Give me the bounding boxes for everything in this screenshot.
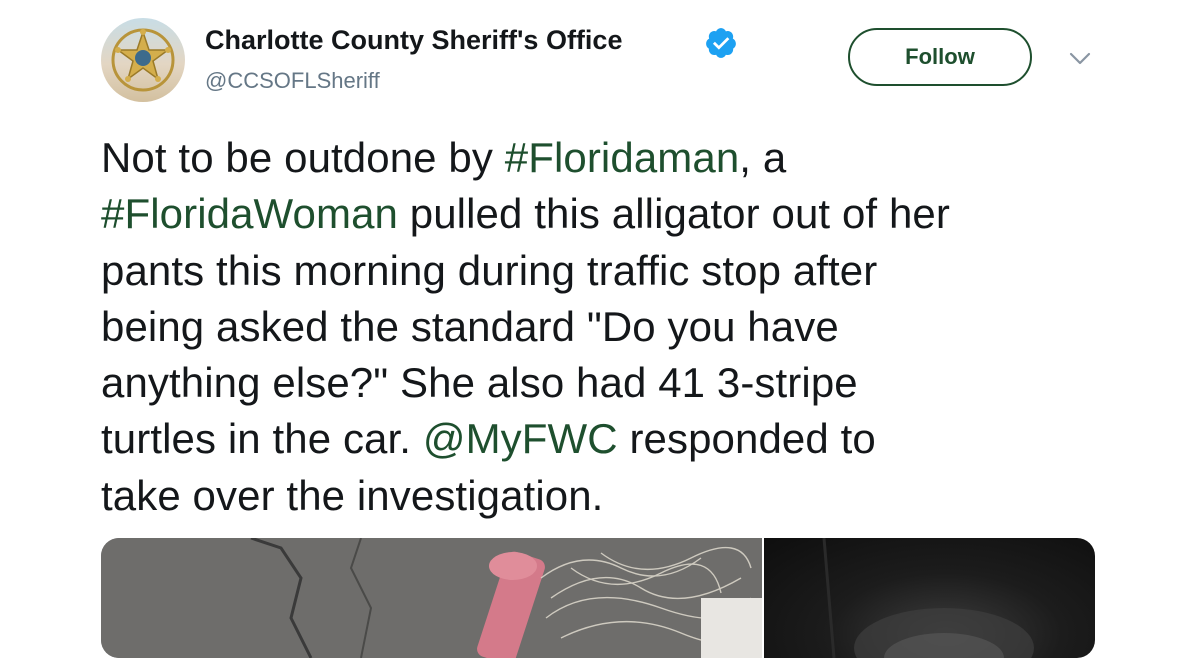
media-photo-right[interactable] <box>764 538 1095 658</box>
tweet-line: #FloridaWoman pulled this alligator out … <box>101 186 1131 242</box>
tweet-line: Not to be outdone by #Floridaman, a <box>101 130 1131 186</box>
tweet-line: take over the investigation. <box>101 468 1131 524</box>
tweet-text-segment: take over the investigation. <box>101 471 604 519</box>
tweet-text-segment: being asked the standard "Do you have <box>101 302 839 350</box>
tweet-text-segment: responded to <box>617 415 876 463</box>
tweet-text-segment: pants this morning during traffic stop a… <box>101 246 878 294</box>
tweet-text: Not to be outdone by #Floridaman, a #Flor… <box>101 130 1131 524</box>
sheriff-star-badge-icon <box>111 28 175 92</box>
tweet-text-segment: anything else?" She also had 41 3-stripe <box>101 359 858 407</box>
tweet-line: anything else?" She also had 41 3-stripe <box>101 355 1131 411</box>
verified-badge-icon <box>706 28 736 58</box>
photo-content <box>101 538 762 658</box>
avatar[interactable] <box>101 18 185 102</box>
mention-link[interactable]: @MyFWC <box>423 415 618 462</box>
tweet-text-segment: , a <box>739 134 787 181</box>
tweet-text-segment: Not to be outdone by <box>101 134 505 181</box>
tweet-line: being asked the standard "Do you have <box>101 299 1131 355</box>
chevron-down-icon[interactable] <box>1068 50 1092 68</box>
media-photo-left[interactable] <box>101 538 762 658</box>
hashtag-link[interactable]: #Floridaman <box>505 134 740 181</box>
tweet-media[interactable] <box>101 538 1095 658</box>
user-handle[interactable]: @CCSOFLSheriff <box>205 68 380 94</box>
tweet-line: turtles in the car. @MyFWC responded to <box>101 411 1131 467</box>
display-name[interactable]: Charlotte County Sheriff's Office <box>205 24 622 56</box>
tweet-text-segment: pulled this alligator out of her <box>397 190 950 238</box>
tweet-text-segment: turtles in the car. <box>101 415 423 463</box>
tweet-line: pants this morning during traffic stop a… <box>101 243 1131 299</box>
follow-button[interactable]: Follow <box>848 28 1032 86</box>
hashtag-link[interactable]: #FloridaWoman <box>101 190 398 237</box>
photo-content <box>822 538 1034 658</box>
